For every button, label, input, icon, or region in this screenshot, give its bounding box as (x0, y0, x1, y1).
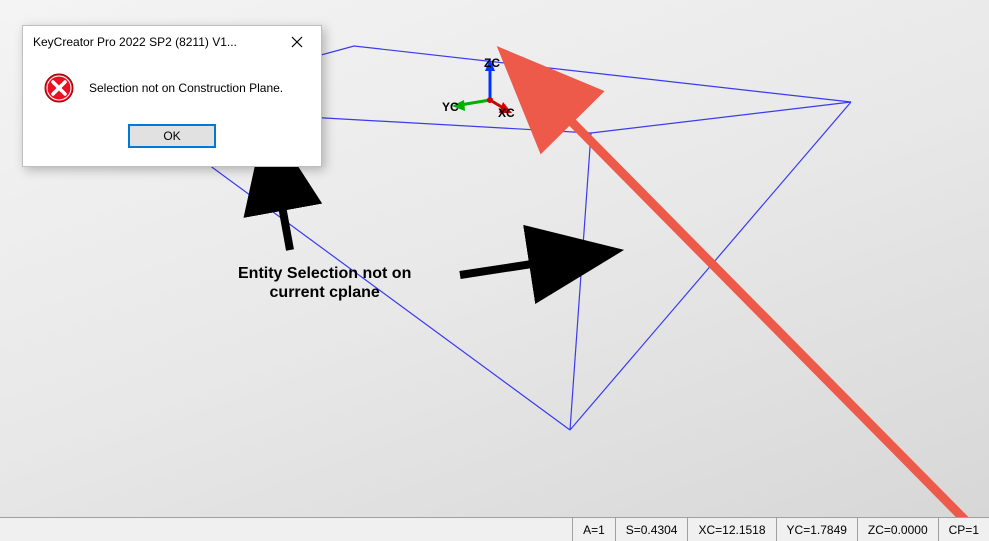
dialog-titlebar[interactable]: KeyCreator Pro 2022 SP2 (8211) V1... (23, 26, 321, 58)
annotation-line2: current cplane (238, 283, 411, 302)
dialog-message: Selection not on Construction Plane. (89, 81, 283, 95)
status-yc[interactable]: YC=1.7849 (776, 518, 857, 541)
cad-viewport[interactable]: ZC YC XC Entity Selection not on current… (0, 0, 989, 541)
y-axis-label: YC (442, 100, 459, 114)
x-axis-label: XC (498, 106, 515, 120)
error-icon (43, 72, 75, 104)
ok-button[interactable]: OK (128, 124, 216, 148)
status-a[interactable]: A=1 (572, 518, 615, 541)
dialog-close-button[interactable] (277, 29, 317, 55)
ok-button-label: OK (163, 129, 180, 143)
dialog-title-text: KeyCreator Pro 2022 SP2 (8211) V1... (33, 35, 237, 49)
z-axis-label: ZC (484, 56, 500, 70)
close-icon (291, 36, 303, 48)
status-s[interactable]: S=0.4304 (615, 518, 688, 541)
annotation-text: Entity Selection not on current cplane (238, 264, 411, 302)
status-zc[interactable]: ZC=0.0000 (857, 518, 938, 541)
annotation-line1: Entity Selection not on (238, 264, 411, 283)
status-cp[interactable]: CP=1 (938, 518, 989, 541)
status-xc[interactable]: XC=12.1518 (687, 518, 775, 541)
error-dialog: KeyCreator Pro 2022 SP2 (8211) V1... Sel… (22, 25, 322, 167)
axis-gizmo: ZC YC XC (450, 55, 530, 135)
mouse-cursor-icon (566, 250, 582, 275)
status-bar: A=1 S=0.4304 XC=12.1518 YC=1.7849 ZC=0.0… (0, 517, 989, 541)
